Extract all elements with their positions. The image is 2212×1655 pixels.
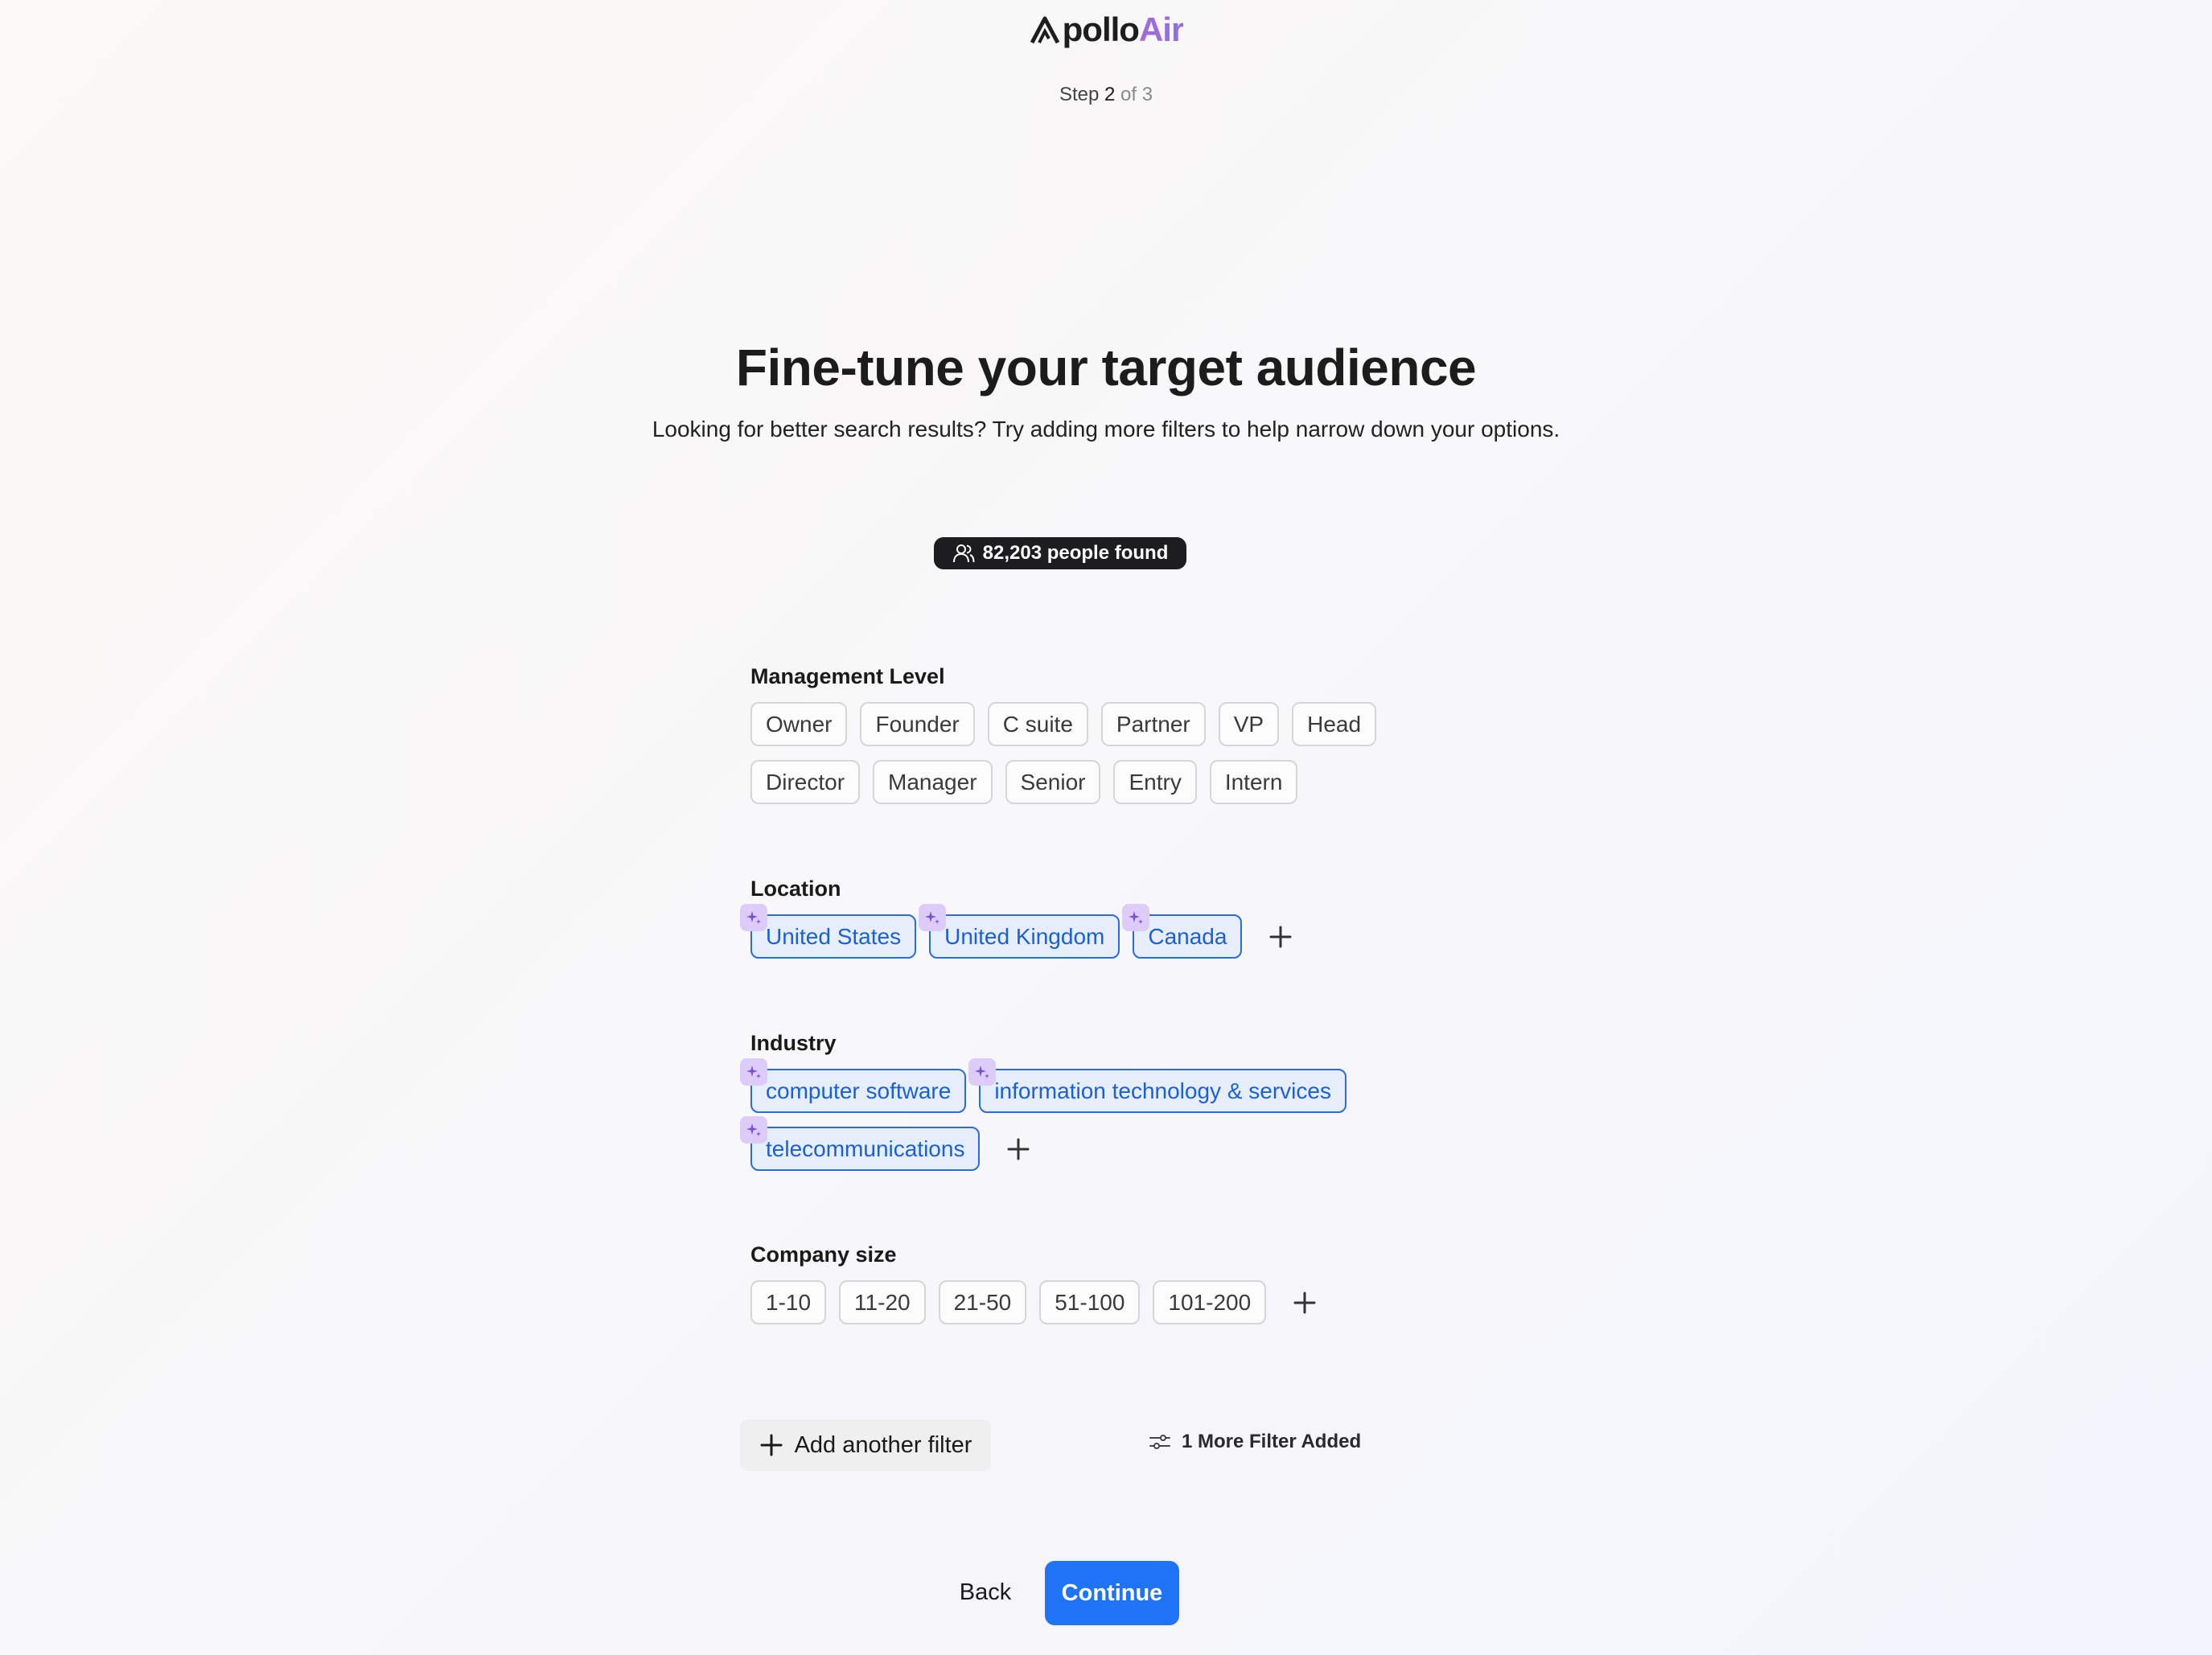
logo-apollo-text: pollo [1062,10,1140,48]
sliders-icon [1149,1435,1170,1449]
management-level-section: Management Level Owner Founder C suite P… [750,664,1474,804]
back-button[interactable]: Back [949,1576,1022,1608]
management-option-vp[interactable]: VP [1218,702,1280,746]
location-chip-label: Canada [1148,923,1227,949]
management-option-c-suite[interactable]: C suite [987,702,1088,746]
company-size-option-101-200[interactable]: 101-200 [1153,1280,1267,1324]
ai-sparkle-icon [740,904,767,931]
page-title: Fine-tune your target audience [735,339,1477,396]
results-count-badge: 82,203 people found [934,537,1186,569]
add-filter-label: Add another filter [794,1431,972,1458]
people-icon [952,544,975,563]
location-chip-label: United Kingdom [944,923,1105,949]
management-option-director[interactable]: Director [750,760,861,804]
company-size-section: Company size 1-10 11-20 21-50 51-100 101… [750,1242,1474,1324]
location-chip-canada[interactable]: Canada [1122,904,1243,959]
more-filters-label: 1 More Filter Added [1182,1431,1362,1452]
location-section: Location United States United Kingdom Ca… [740,877,1474,959]
location-chip-label: United States [766,923,902,949]
location-label: Location [750,877,841,901]
step-current: 2 [1104,84,1116,105]
management-option-partner[interactable]: Partner [1100,702,1206,746]
ai-sparkle-icon [919,904,947,931]
plus-icon [1293,1292,1316,1313]
step-indicator: Step 2 of 3 [0,84,2212,106]
add-industry-button[interactable] [1001,1131,1036,1167]
apollo-a-mark-icon [1030,16,1059,44]
industry-label: Industry [750,1031,837,1055]
results-count-label: 82,203 people found [982,542,1169,564]
industry-chip-label: information technology & services [994,1078,1331,1103]
industry-chip-label: computer software [766,1078,952,1103]
management-option-entry[interactable]: Entry [1113,760,1197,804]
company-size-option-21-50[interactable]: 21-50 [938,1280,1027,1324]
management-option-senior[interactable]: Senior [1005,760,1101,804]
ai-sparkle-icon [740,1116,767,1144]
management-option-owner[interactable]: Owner [750,702,848,746]
location-chip-united-kingdom[interactable]: United Kingdom [919,904,1120,959]
step-prefix: Step [1059,84,1100,105]
company-size-label: Company size [750,1242,897,1267]
industry-chip-information-technology[interactable]: information technology & services [968,1058,1347,1113]
management-option-head[interactable]: Head [1292,702,1377,746]
industry-section: Industry computer software information t… [740,1031,1474,1171]
company-size-option-51-100[interactable]: 51-100 [1039,1280,1141,1324]
page-subtitle: Looking for better search results? Try a… [652,417,1560,441]
ai-sparkle-icon [968,1058,997,1086]
app-logo: pollo Air [0,13,2212,47]
industry-chip-telecommunications[interactable]: telecommunications [740,1116,981,1171]
management-level-label: Management Level [750,664,945,688]
ai-sparkle-icon [740,1058,767,1086]
plus-icon [1007,1138,1030,1160]
management-option-founder[interactable]: Founder [860,702,975,746]
plus-icon [760,1434,783,1456]
add-company-size-button[interactable] [1287,1285,1322,1320]
management-option-intern[interactable]: Intern [1209,760,1298,804]
step-total: of 3 [1120,84,1153,105]
plus-icon [1269,926,1292,947]
company-size-option-11-20[interactable]: 11-20 [839,1280,926,1324]
more-filters-link[interactable]: 1 More Filter Added [1148,1430,1361,1454]
add-location-button[interactable] [1263,919,1298,955]
logo-air-text: Air [1138,10,1184,48]
industry-chip-label: telecommunications [766,1136,965,1161]
industry-chip-computer-software[interactable]: computer software [740,1058,967,1113]
location-chip-united-states[interactable]: United States [740,904,917,959]
add-another-filter-button[interactable]: Add another filter [740,1419,991,1471]
management-option-manager[interactable]: Manager [873,760,993,804]
ai-sparkle-icon [1122,904,1150,931]
company-size-option-1-10[interactable]: 1-10 [750,1280,827,1324]
continue-button[interactable]: Continue [1045,1561,1179,1625]
